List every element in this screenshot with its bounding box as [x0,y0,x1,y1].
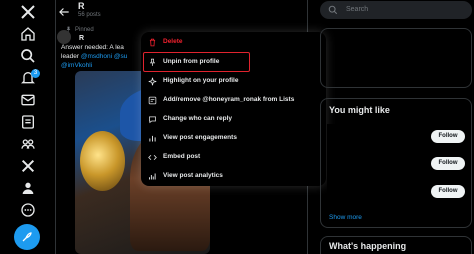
search-box[interactable]: Search [320,1,472,19]
pin-icon [148,58,157,67]
menu-item-highlight[interactable]: Highlight on your profile [141,72,326,90]
menu-item-label: Delete [163,38,183,45]
follow-button[interactable]: Follow [431,185,465,198]
right-sidebar: Search You might like Follow Follow Foll… [318,0,474,254]
menu-item-label: Add/remove @honeyram_ronak from Lists [163,96,295,103]
sidebar-panel [320,28,472,88]
menu-item-reply-settings[interactable]: Change who can reply [141,110,326,128]
bar-chart-icon [148,134,157,143]
x-logo-icon[interactable] [17,1,39,23]
menu-item-label: View post engagements [163,134,237,141]
menu-item-engagements[interactable]: View post engagements [141,129,326,147]
post-options-menu: Delete Unpin from profile Highlight on y… [141,32,326,186]
left-nav: 3 [0,0,56,254]
feather-icon [22,232,32,242]
menu-item-label: View post analytics [163,172,223,179]
pinned-text: Pinned [75,26,94,33]
menu-item-embed[interactable]: Embed post [141,148,326,166]
trash-icon [148,38,157,47]
menu-item-unpin[interactable]: Unpin from profile [143,52,250,72]
menu-item-label: Embed post [163,153,201,160]
follow-button[interactable]: Follow [431,130,465,143]
profile-header: R 56 posts [57,0,307,24]
panel-title: You might like [329,105,390,115]
menu-item-label: Change who can reply [163,115,232,122]
premium-icon[interactable] [17,155,39,177]
image-trophy-region [80,131,125,191]
suggestion-list [327,124,383,194]
compose-post-button[interactable] [14,224,40,250]
lists-icon[interactable] [17,111,39,133]
panel-title: What's happening [329,241,407,251]
search-icon [328,5,338,15]
list-add-icon [148,96,157,105]
you-might-like-panel: You might like Follow Follow Follow Show… [320,98,472,228]
profile-name: R [78,1,85,11]
messages-icon[interactable] [17,89,39,111]
follow-button[interactable]: Follow [431,157,465,170]
reply-bubble-icon [148,115,157,124]
avatar[interactable] [57,30,71,44]
menu-item-label: Highlight on your profile [163,77,239,84]
menu-item-label: Unpin from profile [163,58,220,65]
whats-happening-panel: What's happening [320,236,472,254]
posts-count: 56 posts [78,12,101,18]
search-placeholder: Search [346,6,369,13]
code-icon [148,153,157,162]
post-text-fragment: leader [61,53,81,60]
notification-badge: 3 [31,69,40,78]
post-author[interactable]: R [79,35,84,42]
mention-link[interactable]: @msdhoni [81,53,112,60]
menu-item-delete[interactable]: Delete [141,33,326,51]
menu-item-analytics[interactable]: View post analytics [141,167,326,185]
back-arrow-icon[interactable] [57,5,71,19]
mention-link[interactable]: @imVkohli [61,62,92,69]
sparkle-icon [148,77,157,86]
menu-item-lists[interactable]: Add/remove @honeyram_ronak from Lists [141,91,326,109]
search-icon[interactable] [17,45,39,67]
mention-link[interactable]: @su [114,53,127,60]
home-icon[interactable] [17,23,39,45]
more-icon[interactable] [17,199,39,221]
analytics-icon [148,172,157,181]
communities-icon[interactable] [17,133,39,155]
profile-icon[interactable] [17,177,39,199]
show-more-link[interactable]: Show more [329,214,362,221]
